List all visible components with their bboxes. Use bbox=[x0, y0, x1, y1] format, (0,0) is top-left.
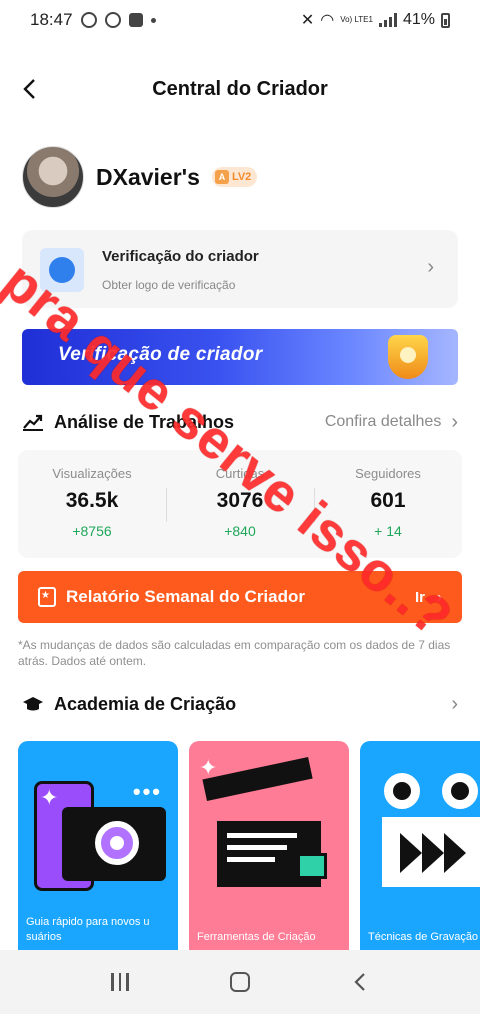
network-label: Vo) LTE1 bbox=[340, 15, 373, 24]
data-note: *As mudanças de dados são calculadas em … bbox=[18, 638, 451, 668]
wifi-icon: ◠ bbox=[320, 12, 335, 29]
academy-card-tools[interactable]: ✦ Ferramentas de Criação bbox=[189, 741, 349, 951]
recents-icon bbox=[111, 973, 129, 991]
home-button[interactable] bbox=[220, 962, 260, 1002]
trend-chart-icon bbox=[22, 411, 44, 433]
app-notification-icon bbox=[128, 13, 143, 27]
play-icon bbox=[444, 833, 466, 873]
level-label: LV2 bbox=[231, 171, 252, 183]
chevron-left-icon bbox=[23, 79, 35, 99]
top-bar: Central do Criador bbox=[0, 62, 480, 116]
level-badge[interactable]: A LV2 bbox=[211, 167, 258, 187]
status-time: 18:47 bbox=[30, 10, 73, 29]
academy-card-label: Ferramentas de Criação bbox=[197, 931, 316, 943]
system-back-button[interactable] bbox=[340, 962, 380, 1002]
chevron-left-icon bbox=[354, 973, 365, 991]
film-reel-icon bbox=[384, 773, 420, 809]
academy-card-quick-guide[interactable]: ✦ ••• Guia rápido para novos u suários bbox=[18, 741, 178, 951]
chevron-right-icon: › bbox=[451, 410, 458, 433]
academy-card-label: Técnicas de Gravação bbox=[368, 931, 479, 943]
level-shield-icon: A bbox=[214, 170, 229, 184]
avatar[interactable] bbox=[22, 146, 84, 208]
recents-button[interactable] bbox=[100, 962, 140, 1002]
clapperboard-top-icon bbox=[202, 757, 313, 801]
status-bar: 18:47 ✕ ◠ Vo) LTE1 41% bbox=[0, 0, 480, 40]
stat-label: Visualizações bbox=[52, 466, 132, 481]
basketball-icon bbox=[104, 12, 121, 28]
stat-label: Seguidores bbox=[355, 466, 421, 481]
academy-card-label: Guia rápido para novos u suários bbox=[26, 916, 150, 943]
camera-lens-icon bbox=[95, 821, 139, 865]
academy-card-recording[interactable]: Técnicas de Gravação bbox=[360, 741, 480, 951]
signal-icon bbox=[378, 13, 397, 27]
play-icon bbox=[400, 833, 422, 873]
see-details-label: Confira detalhes bbox=[324, 413, 442, 430]
stat-value: 36.5k bbox=[65, 489, 119, 512]
academy-section-header[interactable]: Academia de Criação › bbox=[22, 689, 458, 719]
checkmark-icon bbox=[297, 853, 327, 879]
report-star-icon bbox=[38, 587, 56, 607]
username: DXavier's bbox=[96, 163, 200, 190]
system-navigation-bar bbox=[0, 950, 480, 1014]
profile-header: DXavier's A LV2 bbox=[22, 146, 258, 208]
weekly-report-label: Relatório Semanal do Criador bbox=[66, 587, 305, 606]
stat-delta: +8756 bbox=[72, 523, 112, 539]
mute-icon: ✕ bbox=[300, 12, 315, 29]
battery-icon bbox=[441, 12, 450, 28]
academy-cards: ✦ ••• Guia rápido para novos u suários ✦… bbox=[18, 741, 480, 951]
page-title: Central do Criador bbox=[152, 77, 328, 100]
academy-more-link[interactable]: › bbox=[451, 693, 458, 716]
more-dots-icon: ••• bbox=[132, 779, 162, 804]
clapperboard-line bbox=[227, 833, 297, 838]
verification-title: Verificação do criador bbox=[102, 248, 259, 265]
film-reel-icon bbox=[442, 773, 478, 809]
clapperboard-line bbox=[227, 857, 275, 862]
play-icon bbox=[422, 833, 444, 873]
more-notifications-icon bbox=[150, 17, 156, 23]
academy-title: Academia de Criação bbox=[54, 693, 237, 714]
back-button[interactable] bbox=[14, 74, 44, 104]
home-icon bbox=[230, 972, 250, 992]
verification-subtitle: Obter logo de verificação bbox=[102, 278, 236, 292]
verified-shield-icon bbox=[388, 335, 428, 379]
graduation-cap-icon bbox=[22, 693, 44, 715]
clapperboard-line bbox=[227, 845, 287, 850]
chevron-right-icon: › bbox=[427, 256, 434, 278]
chevron-right-icon: › bbox=[451, 692, 458, 715]
sparkle-icon: ✦ bbox=[40, 785, 59, 810]
messenger-icon bbox=[80, 12, 97, 28]
battery-percent: 41% bbox=[402, 11, 435, 28]
see-details-link[interactable]: Confira detalhes › bbox=[325, 411, 458, 434]
stat-views: Visualizações 36.5k +8756 bbox=[18, 450, 166, 558]
